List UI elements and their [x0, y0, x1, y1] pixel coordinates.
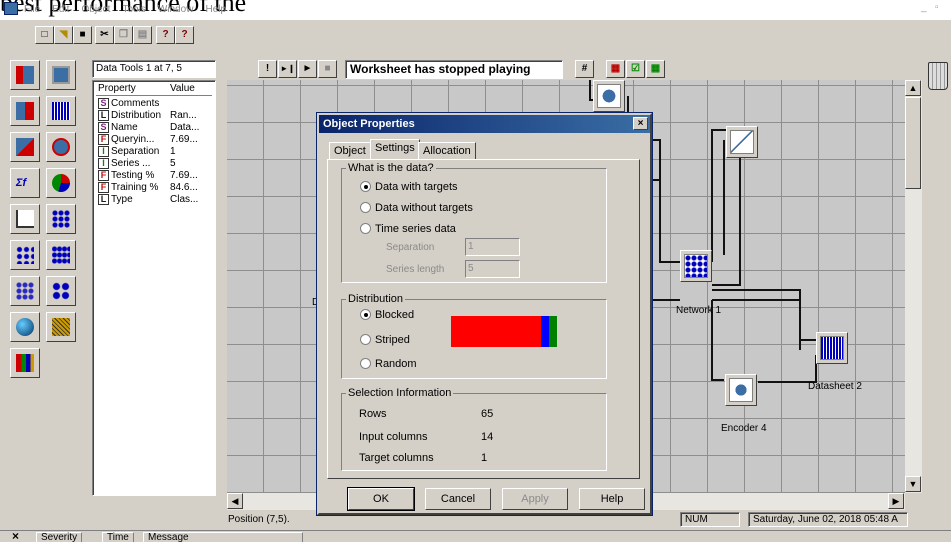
dialog-close-icon[interactable]: ×: [633, 117, 648, 130]
canvas-node-top[interactable]: [593, 80, 625, 112]
radio-label: Time series data: [375, 223, 456, 235]
datasheet-node[interactable]: [816, 332, 848, 364]
radio-blocked[interactable]: Blocked: [360, 309, 414, 321]
apply-button[interactable]: Apply: [502, 488, 568, 510]
encoder-node-label: Encoder 4: [721, 423, 767, 434]
rows-value: 65: [481, 408, 494, 420]
distribution-testing-segment: [540, 316, 549, 347]
datasheet-node-label: Datasheet 2: [808, 381, 862, 392]
message-bar-close-icon[interactable]: ×: [12, 530, 19, 542]
radio-unselected-icon: [360, 358, 371, 369]
target-columns-label: Target columns: [359, 452, 434, 464]
radio-unselected-icon: [360, 223, 371, 234]
radio-data-without-targets[interactable]: Data without targets: [360, 202, 473, 214]
radio-label: Blocked: [375, 309, 415, 321]
ok-button[interactable]: OK: [347, 487, 415, 511]
tab-object[interactable]: Object: [329, 142, 371, 160]
radio-data-with-targets[interactable]: Data with targets: [360, 181, 458, 193]
series-length-label: Series length: [386, 264, 445, 275]
radio-unselected-icon: [360, 334, 371, 345]
series-length-input[interactable]: 5: [465, 260, 520, 278]
radio-time-series-data[interactable]: Time series data: [360, 223, 456, 235]
status-num-indicator: NUM: [680, 512, 740, 527]
rows-label: Rows: [359, 408, 387, 420]
radio-label: Striped: [375, 334, 410, 346]
data-type-group-title: What is the data?: [346, 162, 436, 174]
distribution-group-title: Distribution: [346, 293, 406, 305]
tab-allocation[interactable]: Allocation: [418, 142, 476, 160]
radio-striped[interactable]: Striped: [360, 334, 410, 346]
distribution-training-segment: [451, 316, 541, 347]
separation-label: Separation: [386, 242, 435, 253]
canvas-node-graph[interactable]: [726, 126, 758, 158]
encoder-node[interactable]: [725, 374, 757, 406]
network-node[interactable]: [680, 250, 712, 282]
tab-settings[interactable]: Settings: [370, 139, 420, 160]
object-properties-dialog: Object Properties × Object Settings Allo…: [317, 113, 652, 515]
status-position: Position (7,5).: [228, 514, 290, 525]
status-datetime: Saturday, June 02, 2018 05:48 A: [748, 512, 908, 527]
input-columns-value: 14: [481, 431, 494, 443]
radio-label: Data with targets: [375, 181, 458, 193]
radio-label: Data without targets: [375, 202, 473, 214]
dialog-title: Object Properties: [319, 115, 650, 133]
selection-info-group-title: Selection Information: [346, 387, 454, 399]
distribution-querying-segment: [548, 316, 557, 347]
cancel-button[interactable]: Cancel: [425, 488, 491, 510]
input-columns-label: Input columns: [359, 431, 428, 443]
radio-label: Random: [375, 358, 417, 370]
time-column-header[interactable]: Time: [102, 532, 134, 542]
radio-unselected-icon: [360, 202, 371, 213]
radio-random[interactable]: Random: [360, 358, 417, 370]
separation-input[interactable]: 1: [465, 238, 520, 256]
severity-column-header[interactable]: Severity: [36, 532, 83, 542]
network-node-label: Network 1: [676, 305, 722, 316]
target-columns-value: 1: [481, 452, 488, 464]
help-button[interactable]: Help: [579, 488, 645, 510]
message-column-header[interactable]: Message: [143, 532, 303, 542]
radio-selected-icon: [360, 181, 371, 192]
distribution-bar: [451, 316, 557, 347]
radio-selected-icon: [360, 309, 371, 320]
